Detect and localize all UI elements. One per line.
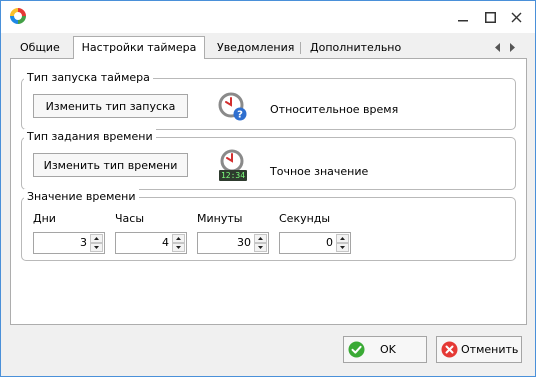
days-label: Дни [33,212,56,225]
arrow-down-icon [176,246,181,249]
minutes-spinner[interactable]: 30 [197,232,269,254]
arrow-up-icon [176,237,181,240]
dialog-client-area: Общие Настройки таймера Уведомления Допо… [1,33,535,376]
days-spinner[interactable]: 3 [33,232,105,254]
cancel-button[interactable]: Отменить [436,336,522,363]
arrow-down-icon [340,246,345,249]
minutes-label: Минуты [197,212,243,225]
ok-button-label: OK [380,343,396,356]
chevron-right-icon [510,42,515,52]
checkmark-icon [348,341,365,358]
time-value-group-title: Значение времени [24,189,139,205]
cancel-icon [441,341,458,358]
minutes-value[interactable]: 30 [198,233,253,253]
seconds-decrement-button[interactable] [336,243,349,252]
tab-general[interactable]: Общие [12,38,68,58]
clock-digital-icon: 12:34 [218,148,250,184]
close-window-button[interactable] [506,7,526,27]
launch-type-group-title: Тип запуска таймера [24,70,153,86]
tab-scroll-left-button[interactable] [492,40,504,54]
change-launch-type-button[interactable]: Изменить тип запуска [33,94,188,118]
seconds-spinner[interactable]: 0 [279,232,351,254]
days-spin-buttons [90,234,103,252]
time-value-group: Значение времени Дни 3 Часы 4 Минуты 30 … [21,189,516,261]
svg-text:?: ? [237,110,243,121]
hours-spin-buttons [172,234,185,252]
tab-strip: Общие Настройки таймера Уведомления Допо… [10,36,526,59]
days-increment-button[interactable] [90,234,103,243]
hours-label: Часы [115,212,145,225]
digital-time-display: 12:34 [220,171,246,180]
ok-button[interactable]: OK [343,336,427,363]
hours-value[interactable]: 4 [116,233,171,253]
change-time-type-button[interactable]: Изменить тип времени [33,153,188,177]
seconds-spin-buttons [336,234,349,252]
arrow-down-icon [258,246,263,249]
time-type-value: Точное значение [270,165,369,178]
arrow-up-icon [340,237,345,240]
clock-question-icon: ? [218,92,247,121]
minutes-increment-button[interactable] [254,234,267,243]
arrow-up-icon [258,237,263,240]
arrow-down-icon [94,246,99,249]
maximize-button[interactable] [480,7,500,27]
seconds-label: Секунды [279,212,331,225]
app-logo-icon [10,8,26,24]
tab-notifications[interactable]: Уведомления [209,38,302,58]
minimize-button[interactable] [453,7,473,27]
hours-decrement-button[interactable] [172,243,185,252]
hours-spinner[interactable]: 4 [115,232,187,254]
title-bar [1,1,535,33]
dialog-window: Общие Настройки таймера Уведомления Допо… [0,0,536,377]
time-type-group-title: Тип задания времени [24,129,156,145]
launch-type-value: Относительное время [270,103,399,116]
tab-content-panel: Тип запуска таймера Изменить тип запуска… [10,58,527,325]
seconds-increment-button[interactable] [336,234,349,243]
time-type-group: Тип задания времени Изменить тип времени… [21,129,516,190]
minimize-icon [458,20,468,22]
minutes-spin-buttons [254,234,267,252]
cancel-button-label: Отменить [461,343,519,356]
tab-separator [300,42,301,54]
hours-increment-button[interactable] [172,234,185,243]
minutes-decrement-button[interactable] [254,243,267,252]
arrow-up-icon [94,237,99,240]
maximize-icon [484,11,496,23]
close-icon [511,12,521,22]
tab-additional[interactable]: Дополнительно [302,38,409,58]
days-value[interactable]: 3 [34,233,89,253]
seconds-value[interactable]: 0 [280,233,335,253]
days-decrement-button[interactable] [90,243,103,252]
launch-type-group: Тип запуска таймера Изменить тип запуска… [21,70,516,130]
tab-scroll-right-button[interactable] [506,40,518,54]
chevron-left-icon [495,42,500,52]
tab-timer-settings[interactable]: Настройки таймера [73,36,205,59]
